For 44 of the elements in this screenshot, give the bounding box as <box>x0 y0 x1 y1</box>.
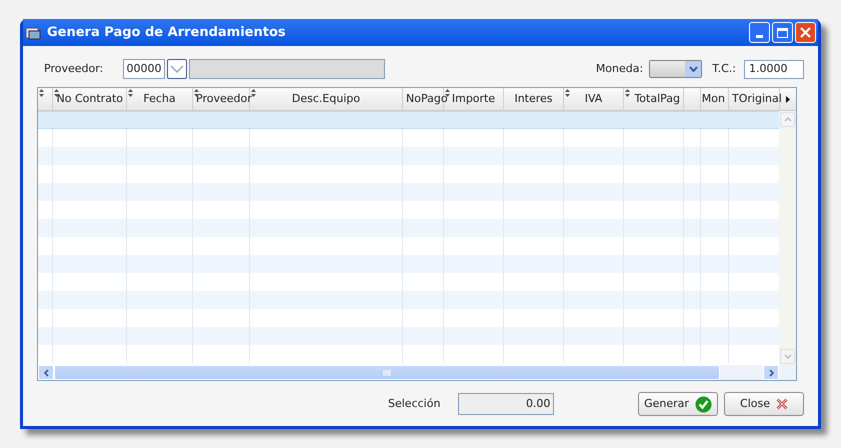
window-icon <box>25 24 41 40</box>
sort-icon <box>625 89 630 97</box>
moneda-label: Moneda: <box>596 60 644 77</box>
grip-icon <box>383 370 391 376</box>
column-header[interactable]: IVA <box>564 88 624 110</box>
sort-icon <box>251 89 256 97</box>
minimize-button[interactable] <box>749 22 770 43</box>
sort-icon <box>39 89 44 97</box>
column-header[interactable]: Proveedor <box>193 88 250 110</box>
proveedor-name-field[interactable] <box>189 59 385 79</box>
column-header[interactable]: TotalPag <box>624 88 684 110</box>
scroll-right-icon[interactable] <box>786 96 790 102</box>
generar-button[interactable]: Generar <box>638 392 718 416</box>
sort-icon <box>445 89 450 97</box>
dropdown-button[interactable] <box>167 59 187 79</box>
column-header[interactable]: TOriginal <box>729 88 780 110</box>
proveedor-label: Proveedor: <box>44 60 104 77</box>
sort-icon <box>194 89 199 97</box>
window-title: Genera Pago de Arrendamientos <box>47 24 286 42</box>
close-button[interactable] <box>795 22 816 43</box>
chevron-down-icon <box>688 66 698 72</box>
column-header[interactable] <box>38 88 53 110</box>
close-icon <box>800 27 811 38</box>
close-dialog-button[interactable]: Close <box>724 392 804 416</box>
sort-icon <box>128 89 133 97</box>
sort-icon <box>565 89 570 97</box>
sort-icon <box>54 89 59 97</box>
tc-field[interactable]: 1.0000 <box>744 60 804 78</box>
column-header[interactable]: No Contrato <box>53 88 127 110</box>
column-header[interactable]: Mon <box>701 88 729 110</box>
column-header[interactable]: Fecha <box>127 88 193 110</box>
column-header[interactable]: Desc.Equipo <box>250 88 403 110</box>
proveedor-code-field[interactable]: 00000 <box>123 59 165 79</box>
chevron-down-icon <box>170 64 184 74</box>
column-header[interactable]: Interes <box>504 88 564 110</box>
seleccion-field: 0.00 <box>458 393 554 415</box>
seleccion-label: Selección <box>388 396 440 412</box>
tc-label: T.C.: <box>712 60 736 77</box>
maximize-button[interactable] <box>772 22 793 43</box>
horizontal-scrollbar[interactable] <box>38 365 779 380</box>
check-icon <box>694 396 712 412</box>
x-icon <box>776 398 788 410</box>
scroll-left-icon[interactable] <box>44 368 48 376</box>
moneda-select[interactable] <box>649 60 702 78</box>
